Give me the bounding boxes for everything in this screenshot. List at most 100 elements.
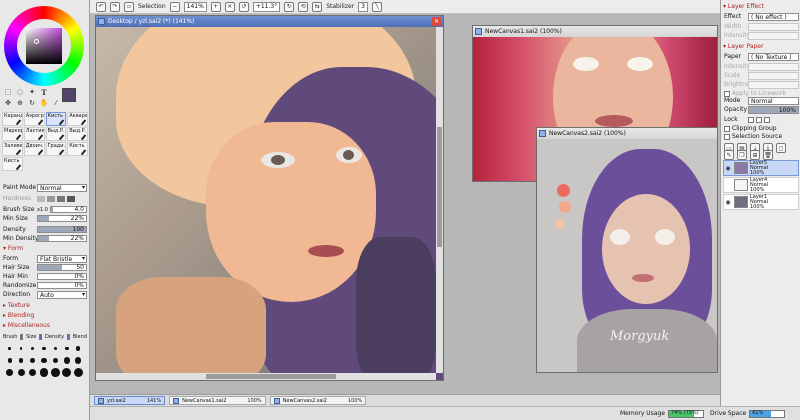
brush-tool-5[interactable]: Ластик: [23, 127, 45, 141]
brush-tool-6[interactable]: Выд.Р.: [45, 127, 67, 141]
new-vector-layer-icon[interactable]: ✎: [724, 150, 734, 160]
delete-layer-icon[interactable]: 🗑: [763, 150, 773, 160]
brush-preset-dot[interactable]: [50, 355, 61, 366]
layer-paper-header[interactable]: ▾ Layer Paper: [723, 43, 764, 50]
eye-icon[interactable]: ◉: [724, 199, 732, 206]
intensity-slider[interactable]: [748, 31, 799, 40]
rotate-left-icon[interactable]: ↺: [238, 1, 249, 12]
brush-preset-dot[interactable]: [50, 367, 61, 378]
selection-source-checkbox[interactable]: [724, 133, 730, 140]
paper-intensity-slider[interactable]: [748, 62, 799, 71]
close-icon[interactable]: ✕: [432, 17, 441, 26]
selection-toggle-icon[interactable]: ▫: [124, 1, 134, 12]
text-tool-icon[interactable]: T: [39, 88, 49, 97]
hair-size-slider[interactable]: 50: [37, 264, 87, 271]
rect-select-icon[interactable]: ⬚: [3, 88, 13, 97]
brush-tool-12[interactable]: Кисть: [2, 157, 23, 171]
brush-preset-dot[interactable]: [27, 367, 38, 378]
move-icon[interactable]: ✥: [3, 99, 13, 108]
brush-preset-dot[interactable]: [4, 343, 15, 354]
brush-tool-10[interactable]: Гради...: [45, 142, 67, 156]
brush-preset-dot[interactable]: [4, 355, 15, 366]
canvas2-title[interactable]: NewCanvas2.sai2 (100%): [537, 128, 717, 139]
canvas-tab[interactable]: yzl.sai2 141%: [94, 396, 166, 405]
rotate-icon[interactable]: ↻: [27, 99, 37, 108]
brush-tool-1[interactable]: Аэрограф: [23, 112, 45, 126]
magic-wand-icon[interactable]: ✦: [27, 88, 37, 97]
eye-icon[interactable]: ◉: [724, 165, 732, 172]
zoom-field[interactable]: 141%: [183, 1, 207, 12]
lock-pixels-checkbox[interactable]: [756, 116, 762, 123]
hair-min-slider[interactable]: 0%: [37, 273, 87, 280]
color-picker-handle[interactable]: [34, 39, 39, 44]
brush-preset-dot[interactable]: [15, 343, 26, 354]
opacity-slider[interactable]: 100%: [748, 105, 799, 114]
width-slider[interactable]: [748, 22, 799, 31]
canvas1-title[interactable]: NewCanvas1.sai2 (100%): [473, 26, 717, 37]
form-select[interactable]: Flat Bristle: [37, 254, 87, 263]
brush-preset-dot[interactable]: [27, 343, 38, 354]
rotation-reset-icon[interactable]: ⟲: [298, 1, 309, 12]
zoom-reset-icon[interactable]: ×: [224, 1, 235, 12]
form-section-header[interactable]: ▾ Form: [3, 245, 23, 252]
undo-icon[interactable]: ↶: [96, 1, 106, 12]
layer-row[interactable]: ◉ Layer5 Normal 100%: [723, 160, 799, 176]
horizontal-scrollbar[interactable]: [96, 373, 436, 380]
zoom-in-icon[interactable]: +: [210, 1, 221, 12]
saturation-value-square[interactable]: [26, 28, 62, 64]
min-size-slider[interactable]: 22%: [37, 215, 87, 222]
merge-visible-icon[interactable]: ⊞: [750, 150, 760, 160]
texture-section-header[interactable]: ▸ Texture: [3, 302, 30, 309]
brush-preset-dot[interactable]: [73, 355, 84, 366]
brush-preset-dot[interactable]: [15, 367, 26, 378]
pen-settings-icon[interactable]: ╲: [372, 1, 382, 12]
brush-tool-3[interactable]: Акварель: [67, 112, 88, 126]
brush-preset-dot[interactable]: [50, 343, 61, 354]
vertical-scrollbar[interactable]: [436, 27, 443, 373]
misc-section-header[interactable]: ▸ Miscellaneous: [3, 322, 50, 329]
canvas-tab[interactable]: NewCanvas2.sai2 100%: [269, 396, 367, 405]
eyedropper-icon[interactable]: ⁄: [51, 99, 61, 108]
brush-tool-9[interactable]: Двоич...: [23, 142, 45, 156]
randomize-slider[interactable]: 0%: [37, 282, 87, 289]
color-wheel[interactable]: [4, 6, 84, 86]
current-color-swatch[interactable]: [62, 88, 76, 102]
brush-preset-dot[interactable]: [61, 343, 72, 354]
brush-preset-dot[interactable]: [61, 355, 72, 366]
brush-tool-0[interactable]: Карандаш: [2, 112, 23, 126]
brush-preset-dot[interactable]: [38, 367, 49, 378]
clear-layer-icon[interactable]: ◻: [776, 143, 786, 153]
lock-move-checkbox[interactable]: [764, 116, 770, 123]
brush-preset-dot[interactable]: [73, 343, 84, 354]
main-canvas-title[interactable]: Desktop / yzl.sai2 (*) (141%) ✕: [96, 16, 443, 27]
brush-tool-11[interactable]: Кисть: [67, 142, 88, 156]
scale-slider[interactable]: [748, 71, 799, 80]
stabilizer-select[interactable]: 3: [358, 1, 368, 12]
main-artwork[interactable]: [96, 27, 443, 380]
brush-tool-7[interactable]: Выд.Р.: [67, 127, 88, 141]
brush-tool-4[interactable]: Маркер: [2, 127, 23, 141]
brush-preset-dot[interactable]: [73, 367, 84, 378]
canvas-tab[interactable]: NewCanvas1.sai2 100%: [169, 396, 266, 405]
hardness-buttons[interactable]: [37, 195, 87, 202]
zoom-icon[interactable]: ⊕: [15, 99, 25, 108]
blending-section-header[interactable]: ▸ Blending: [3, 312, 34, 319]
lock-transparency-checkbox[interactable]: [748, 116, 754, 123]
flip-icon[interactable]: ⇆: [312, 1, 323, 12]
lasso-icon[interactable]: ◌: [15, 88, 25, 97]
min-density-slider[interactable]: 22%: [37, 235, 87, 242]
layer-row[interactable]: ◉ Layer1 Normal 100%: [723, 194, 799, 210]
brush-tool-8[interactable]: Заливка: [2, 142, 23, 156]
brush-preset-dot[interactable]: [4, 367, 15, 378]
brush-preset-dot[interactable]: [38, 355, 49, 366]
brush-preset-dot[interactable]: [27, 355, 38, 366]
main-canvas-window[interactable]: Desktop / yzl.sai2 (*) (141%) ✕: [95, 15, 444, 381]
paper-select[interactable]: ( No Texture ): [748, 52, 799, 61]
direction-select[interactable]: Auto: [37, 290, 87, 299]
rotate-right-icon[interactable]: ↻: [284, 1, 295, 12]
brightness-slider[interactable]: [748, 80, 799, 89]
canvas2-window[interactable]: NewCanvas2.sai2 (100%) Morgyuk: [536, 127, 718, 373]
blend-mode-select[interactable]: Normal: [748, 96, 799, 105]
density-slider[interactable]: 100: [37, 226, 87, 233]
brush-size-slider[interactable]: 4.0: [49, 206, 87, 213]
